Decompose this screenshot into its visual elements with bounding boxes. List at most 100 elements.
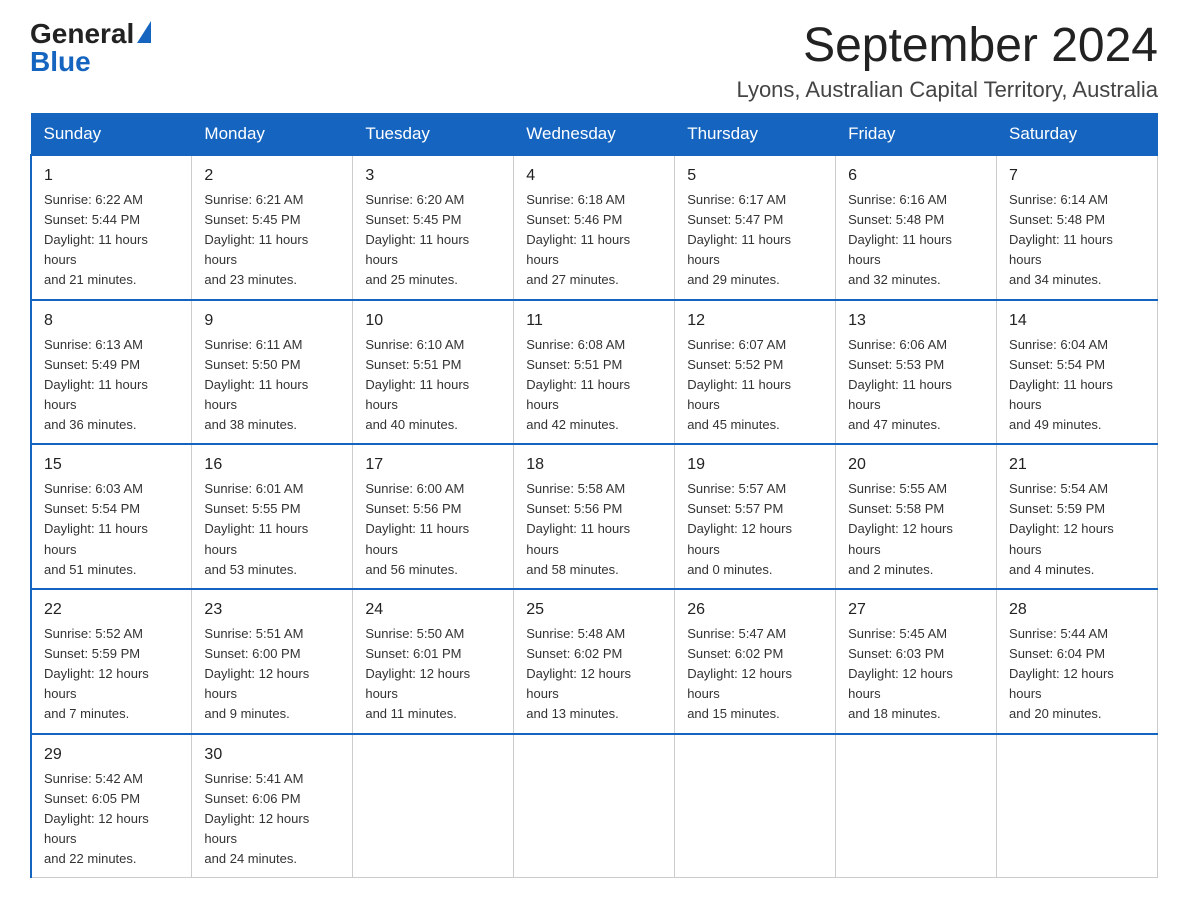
logo-general-text: General [30,20,134,48]
day-info: Sunrise: 6:18 AMSunset: 5:46 PMDaylight:… [526,190,662,291]
header-row: SundayMondayTuesdayWednesdayThursdayFrid… [31,113,1158,155]
day-number: 12 [687,309,823,333]
week-row-3: 15Sunrise: 6:03 AMSunset: 5:54 PMDayligh… [31,444,1158,589]
day-info: Sunrise: 5:42 AMSunset: 6:05 PMDaylight:… [44,769,179,870]
week-row-4: 22Sunrise: 5:52 AMSunset: 5:59 PMDayligh… [31,589,1158,734]
calendar-cell [836,734,997,878]
day-number: 16 [204,453,340,477]
day-info: Sunrise: 6:21 AMSunset: 5:45 PMDaylight:… [204,190,340,291]
day-info: Sunrise: 5:47 AMSunset: 6:02 PMDaylight:… [687,624,823,725]
day-number: 11 [526,309,662,333]
day-number: 13 [848,309,984,333]
day-number: 25 [526,598,662,622]
calendar-cell: 25Sunrise: 5:48 AMSunset: 6:02 PMDayligh… [514,589,675,734]
calendar-cell: 30Sunrise: 5:41 AMSunset: 6:06 PMDayligh… [192,734,353,878]
day-info: Sunrise: 5:41 AMSunset: 6:06 PMDaylight:… [204,769,340,870]
day-info: Sunrise: 6:03 AMSunset: 5:54 PMDaylight:… [44,479,179,580]
day-info: Sunrise: 5:50 AMSunset: 6:01 PMDaylight:… [365,624,501,725]
calendar-cell [514,734,675,878]
day-number: 5 [687,164,823,188]
calendar-cell: 10Sunrise: 6:10 AMSunset: 5:51 PMDayligh… [353,300,514,445]
day-number: 7 [1009,164,1145,188]
day-number: 8 [44,309,179,333]
calendar-cell: 26Sunrise: 5:47 AMSunset: 6:02 PMDayligh… [675,589,836,734]
calendar-cell: 19Sunrise: 5:57 AMSunset: 5:57 PMDayligh… [675,444,836,589]
day-info: Sunrise: 6:17 AMSunset: 5:47 PMDaylight:… [687,190,823,291]
calendar-cell: 13Sunrise: 6:06 AMSunset: 5:53 PMDayligh… [836,300,997,445]
day-info: Sunrise: 5:45 AMSunset: 6:03 PMDaylight:… [848,624,984,725]
calendar-cell [675,734,836,878]
calendar-cell: 21Sunrise: 5:54 AMSunset: 5:59 PMDayligh… [997,444,1158,589]
day-info: Sunrise: 6:13 AMSunset: 5:49 PMDaylight:… [44,335,179,436]
calendar-cell: 16Sunrise: 6:01 AMSunset: 5:55 PMDayligh… [192,444,353,589]
day-number: 29 [44,743,179,767]
week-row-1: 1Sunrise: 6:22 AMSunset: 5:44 PMDaylight… [31,155,1158,300]
calendar-cell: 4Sunrise: 6:18 AMSunset: 5:46 PMDaylight… [514,155,675,300]
calendar-subtitle: Lyons, Australian Capital Territory, Aus… [737,77,1158,103]
calendar-cell: 15Sunrise: 6:03 AMSunset: 5:54 PMDayligh… [31,444,192,589]
day-info: Sunrise: 6:16 AMSunset: 5:48 PMDaylight:… [848,190,984,291]
day-number: 14 [1009,309,1145,333]
day-info: Sunrise: 6:07 AMSunset: 5:52 PMDaylight:… [687,335,823,436]
title-area: September 2024 Lyons, Australian Capital… [737,20,1158,103]
header-day-saturday: Saturday [997,113,1158,155]
day-number: 19 [687,453,823,477]
calendar-cell: 27Sunrise: 5:45 AMSunset: 6:03 PMDayligh… [836,589,997,734]
day-info: Sunrise: 6:08 AMSunset: 5:51 PMDaylight:… [526,335,662,436]
calendar-cell: 24Sunrise: 5:50 AMSunset: 6:01 PMDayligh… [353,589,514,734]
day-info: Sunrise: 6:10 AMSunset: 5:51 PMDaylight:… [365,335,501,436]
header-day-wednesday: Wednesday [514,113,675,155]
day-info: Sunrise: 6:04 AMSunset: 5:54 PMDaylight:… [1009,335,1145,436]
day-info: Sunrise: 6:11 AMSunset: 5:50 PMDaylight:… [204,335,340,436]
calendar-table: SundayMondayTuesdayWednesdayThursdayFrid… [30,113,1158,879]
calendar-cell: 18Sunrise: 5:58 AMSunset: 5:56 PMDayligh… [514,444,675,589]
day-number: 27 [848,598,984,622]
calendar-cell: 20Sunrise: 5:55 AMSunset: 5:58 PMDayligh… [836,444,997,589]
day-number: 28 [1009,598,1145,622]
day-info: Sunrise: 5:48 AMSunset: 6:02 PMDaylight:… [526,624,662,725]
header-day-monday: Monday [192,113,353,155]
day-number: 20 [848,453,984,477]
calendar-title: September 2024 [737,20,1158,73]
day-number: 10 [365,309,501,333]
calendar-cell: 1Sunrise: 6:22 AMSunset: 5:44 PMDaylight… [31,155,192,300]
calendar-cell: 12Sunrise: 6:07 AMSunset: 5:52 PMDayligh… [675,300,836,445]
day-info: Sunrise: 5:57 AMSunset: 5:57 PMDaylight:… [687,479,823,580]
day-number: 17 [365,453,501,477]
header-day-friday: Friday [836,113,997,155]
calendar-header: SundayMondayTuesdayWednesdayThursdayFrid… [31,113,1158,155]
day-number: 6 [848,164,984,188]
day-info: Sunrise: 6:01 AMSunset: 5:55 PMDaylight:… [204,479,340,580]
calendar-cell: 5Sunrise: 6:17 AMSunset: 5:47 PMDaylight… [675,155,836,300]
day-number: 3 [365,164,501,188]
calendar-cell: 9Sunrise: 6:11 AMSunset: 5:50 PMDaylight… [192,300,353,445]
day-info: Sunrise: 5:51 AMSunset: 6:00 PMDaylight:… [204,624,340,725]
calendar-cell: 22Sunrise: 5:52 AMSunset: 5:59 PMDayligh… [31,589,192,734]
calendar-cell: 11Sunrise: 6:08 AMSunset: 5:51 PMDayligh… [514,300,675,445]
calendar-cell: 14Sunrise: 6:04 AMSunset: 5:54 PMDayligh… [997,300,1158,445]
day-number: 2 [204,164,340,188]
day-number: 9 [204,309,340,333]
day-info: Sunrise: 6:20 AMSunset: 5:45 PMDaylight:… [365,190,501,291]
calendar-cell: 2Sunrise: 6:21 AMSunset: 5:45 PMDaylight… [192,155,353,300]
day-number: 18 [526,453,662,477]
logo-blue-text: Blue [30,48,91,76]
day-info: Sunrise: 6:14 AMSunset: 5:48 PMDaylight:… [1009,190,1145,291]
day-number: 1 [44,164,179,188]
day-info: Sunrise: 6:06 AMSunset: 5:53 PMDaylight:… [848,335,984,436]
logo: General Blue [30,20,151,76]
day-number: 24 [365,598,501,622]
day-number: 26 [687,598,823,622]
day-info: Sunrise: 5:52 AMSunset: 5:59 PMDaylight:… [44,624,179,725]
day-number: 21 [1009,453,1145,477]
header-day-thursday: Thursday [675,113,836,155]
calendar-cell: 6Sunrise: 6:16 AMSunset: 5:48 PMDaylight… [836,155,997,300]
day-info: Sunrise: 6:00 AMSunset: 5:56 PMDaylight:… [365,479,501,580]
day-number: 15 [44,453,179,477]
day-number: 22 [44,598,179,622]
logo-triangle-icon [137,21,151,43]
header-day-tuesday: Tuesday [353,113,514,155]
calendar-cell: 29Sunrise: 5:42 AMSunset: 6:05 PMDayligh… [31,734,192,878]
day-info: Sunrise: 5:54 AMSunset: 5:59 PMDaylight:… [1009,479,1145,580]
week-row-5: 29Sunrise: 5:42 AMSunset: 6:05 PMDayligh… [31,734,1158,878]
